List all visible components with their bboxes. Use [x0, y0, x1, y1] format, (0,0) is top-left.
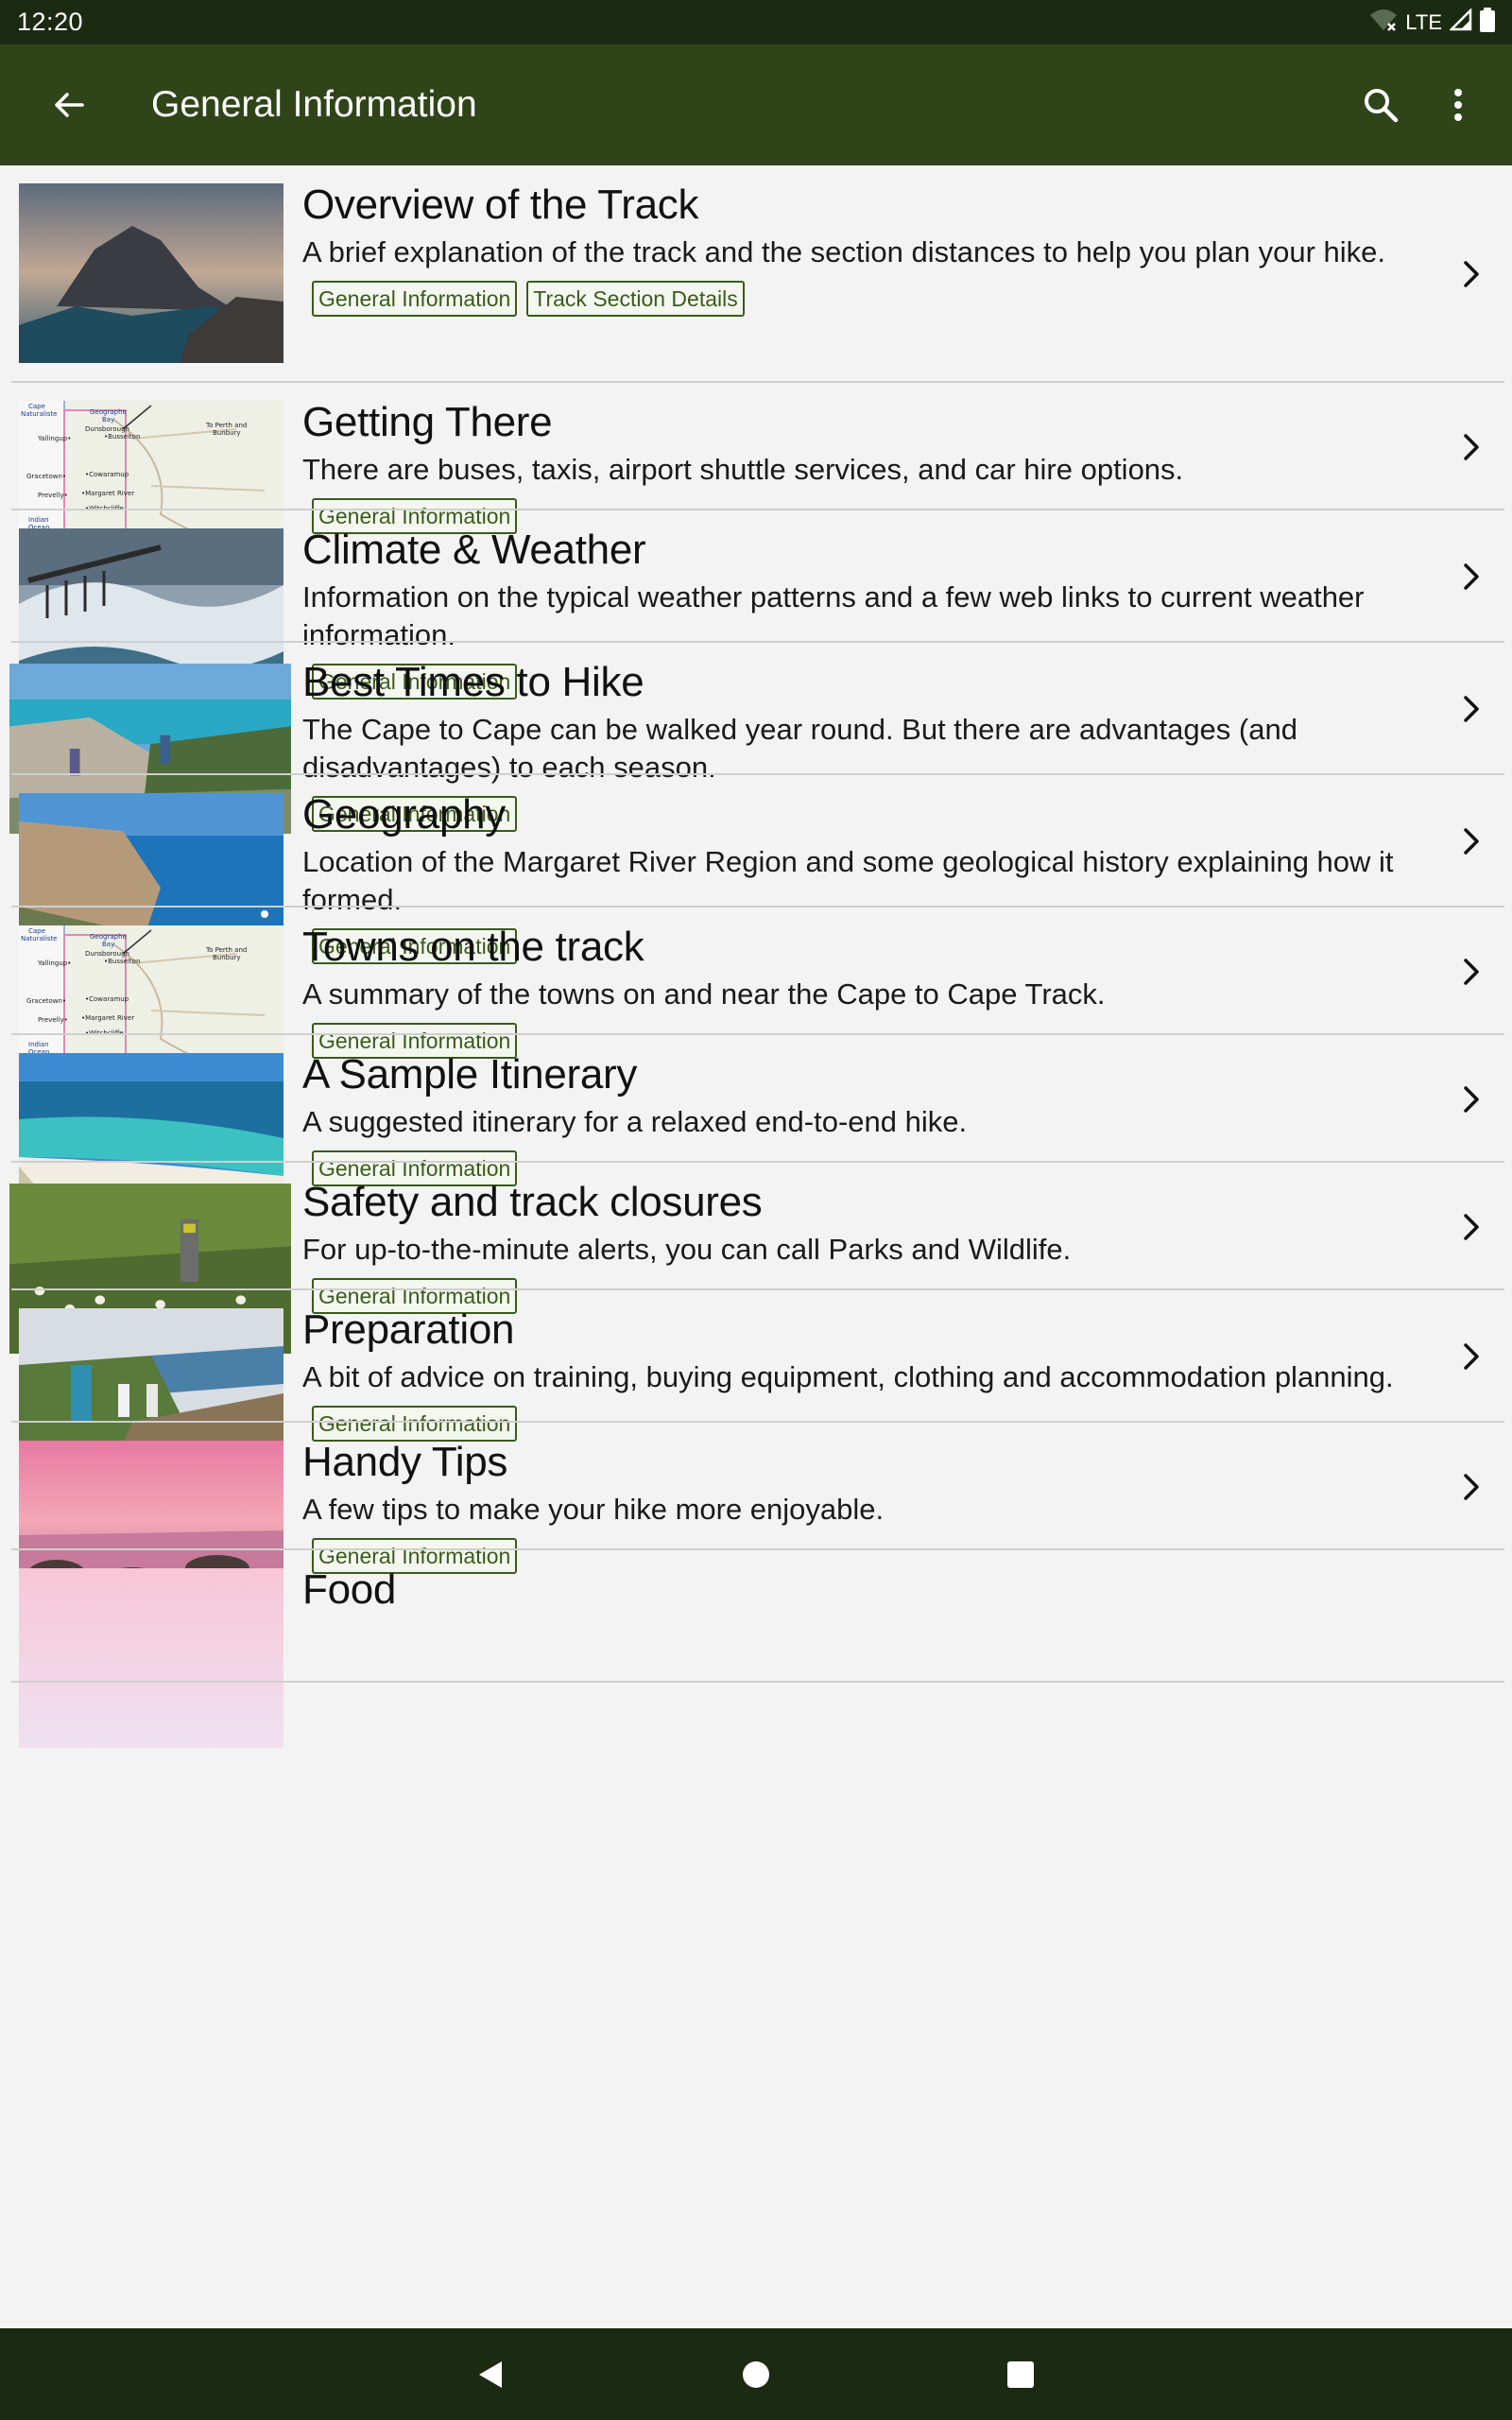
- item-title: Handy Tips: [302, 1439, 508, 1485]
- item-title: Geography: [302, 791, 507, 838]
- svg-text:Naturaliste: Naturaliste: [21, 410, 57, 418]
- chevron-right-icon: [1455, 258, 1487, 290]
- item-title: Safety and track closures: [302, 1179, 763, 1225]
- svg-text:•Cowaramup: •Cowaramup: [85, 471, 129, 478]
- list-item[interactable]: Cape Naturaliste Geographe Bay Dunsborough…: [0, 383, 1512, 580]
- item-tags: General Information Track Section Details: [312, 281, 1427, 317]
- item-title: A Sample Itinerary: [302, 1051, 638, 1098]
- item-description: A suggested itinerary for a relaxed end-…: [302, 1105, 968, 1138]
- svg-text:Dunsborough: Dunsborough: [85, 950, 129, 958]
- svg-text:Gracetown•: Gracetown•: [26, 997, 66, 1005]
- status-bar: 12:20 LTE: [0, 0, 1512, 44]
- item-description: There are buses, taxis, airport shuttle …: [302, 453, 1184, 486]
- page-title: General Information: [151, 84, 477, 125]
- svg-text:•Margaret River: •Margaret River: [81, 1014, 134, 1022]
- svg-text:Yallingup•: Yallingup•: [37, 959, 71, 967]
- nav-back-button[interactable]: [463, 2346, 520, 2403]
- topic-list: Overview of the Track A brief explanation…: [0, 165, 1512, 2328]
- item-title: Getting There: [302, 399, 553, 445]
- svg-text:Bunbury: Bunbury: [213, 429, 241, 437]
- list-item[interactable]: Best Times to Hike The Cape to Cape can b…: [0, 643, 1512, 834]
- list-item[interactable]: Handy Tips A few tips to make your hike m…: [0, 1423, 1512, 1620]
- list-item[interactable]: Climate & Weather Information on the typi…: [0, 510, 1512, 708]
- item-content: Preparation A bit of advice on training, …: [302, 1304, 1427, 1442]
- item-description: A bit of advice on training, buying equi…: [302, 1360, 1394, 1393]
- list-item[interactable]: A Sample Itinerary A suggested itinerary …: [0, 1035, 1512, 1233]
- item-content: Overview of the Track A brief explanation…: [302, 179, 1427, 317]
- svg-text:Gracetown•: Gracetown•: [26, 473, 66, 480]
- list-item[interactable]: Cape Naturaliste Geographe Bay Dunsborough…: [0, 908, 1512, 1105]
- wifi-off-icon: [1369, 8, 1398, 38]
- back-button[interactable]: [36, 72, 102, 138]
- battery-icon: [1480, 7, 1495, 38]
- category-tag: General Information: [312, 281, 518, 317]
- circle-home-icon: [743, 2360, 769, 2388]
- svg-text:Bay: Bay: [102, 416, 114, 424]
- item-title: Overview of the Track: [302, 182, 699, 228]
- list-item[interactable]: Food: [0, 1550, 1512, 1748]
- svg-text:Geographe: Geographe: [90, 408, 127, 416]
- svg-text:Geographe: Geographe: [90, 933, 127, 941]
- item-title: Climate & Weather: [302, 527, 646, 573]
- chevron-right-icon: [1455, 431, 1487, 463]
- item-description: A few tips to make your hike more enjoya…: [302, 1493, 885, 1526]
- svg-text:•Cowaramup: •Cowaramup: [85, 995, 129, 1003]
- list-item[interactable]: Geography Location of the Margaret River …: [0, 775, 1512, 973]
- more-options-button[interactable]: [1425, 72, 1491, 138]
- svg-text:Prevelly•: Prevelly•: [38, 1016, 68, 1024]
- chevron-right-icon: [1455, 1083, 1487, 1115]
- svg-text:Naturaliste: Naturaliste: [21, 935, 57, 942]
- svg-text:Yallingup•: Yallingup•: [37, 435, 71, 442]
- svg-text:To Perth and: To Perth and: [205, 946, 247, 954]
- item-title: Food: [302, 1566, 397, 1613]
- nav-recents-button[interactable]: [992, 2346, 1049, 2403]
- list-item[interactable]: Preparation A bit of advice on training, …: [0, 1290, 1512, 1488]
- svg-text:•Busselton: •Busselton: [104, 958, 140, 965]
- chevron-right-icon: [1455, 825, 1487, 857]
- chevron-right-icon: [1455, 1211, 1487, 1243]
- chevron-right-icon: [1455, 1340, 1487, 1373]
- item-description: A brief explanation of the track and the…: [302, 235, 1386, 268]
- svg-text:Bay: Bay: [102, 941, 114, 948]
- item-title: Best Times to Hike: [302, 659, 644, 705]
- chevron-right-icon: [1455, 1471, 1487, 1503]
- more-vert-icon: [1454, 89, 1462, 121]
- signal-icon: [1448, 7, 1472, 37]
- item-description: A summary of the towns on and near the C…: [302, 977, 1106, 1011]
- thumbnail-image: [19, 183, 284, 363]
- svg-text:Bunbury: Bunbury: [213, 954, 241, 961]
- svg-text:Dunsborough: Dunsborough: [85, 425, 129, 433]
- search-icon: [1365, 89, 1399, 123]
- svg-text:To Perth and: To Perth and: [205, 422, 247, 429]
- square-recents-icon: [1007, 2360, 1034, 2388]
- status-icons: LTE: [1369, 7, 1495, 38]
- svg-text:Cape: Cape: [28, 927, 45, 935]
- item-description: For up-to-the-minute alerts, you can cal…: [302, 1233, 1072, 1266]
- search-button[interactable]: [1348, 72, 1414, 138]
- item-thumbnail: [19, 1568, 284, 1748]
- nav-home-button[interactable]: [728, 2346, 784, 2403]
- item-title: Preparation: [302, 1306, 515, 1353]
- list-item[interactable]: Safety and track closures For up-to-the-m…: [0, 1163, 1512, 1354]
- svg-text:Prevelly•: Prevelly•: [38, 492, 68, 499]
- system-nav-bar: [0, 2328, 1512, 2420]
- arrow-back-icon: [55, 93, 84, 117]
- app-bar: General Information: [0, 44, 1512, 165]
- chevron-right-icon: [1455, 956, 1487, 988]
- svg-text:Cape: Cape: [28, 403, 45, 410]
- network-type: LTE: [1405, 9, 1442, 34]
- item-thumbnail: [19, 183, 284, 363]
- category-tag: Track Section Details: [526, 281, 745, 317]
- thumbnail-image: [19, 1568, 284, 1748]
- svg-text:•Margaret River: •Margaret River: [81, 490, 134, 497]
- chevron-right-icon: [1455, 561, 1487, 593]
- chevron-right-icon: [1455, 693, 1487, 725]
- triangle-back-icon: [479, 2360, 502, 2388]
- status-time: 12:20: [17, 8, 84, 36]
- svg-text:•Busselton: •Busselton: [104, 433, 140, 441]
- item-content: Food: [302, 1564, 1427, 1616]
- item-title: Towns on the track: [302, 924, 644, 970]
- list-item[interactable]: Overview of the Track A brief explanation…: [0, 165, 1512, 383]
